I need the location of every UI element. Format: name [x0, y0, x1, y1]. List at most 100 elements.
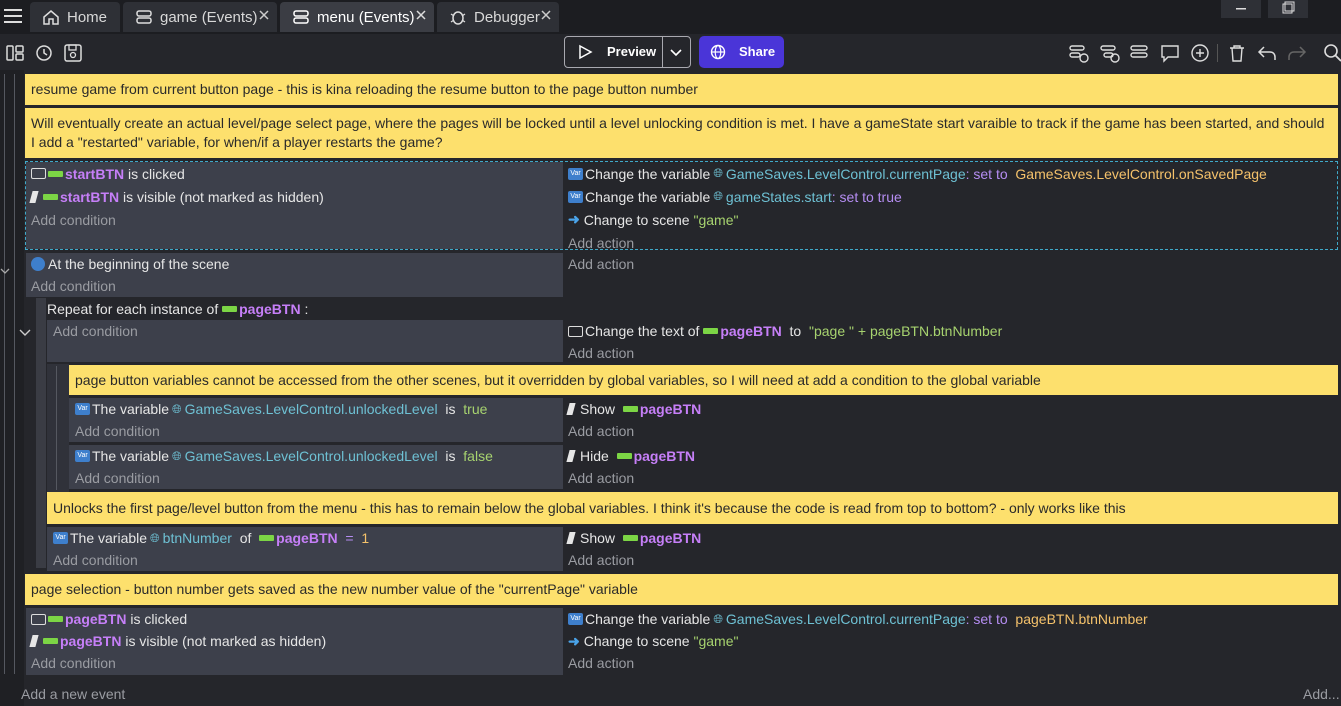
- tab-label: Home: [67, 8, 108, 26]
- condition-text: The variable: [92, 401, 170, 417]
- add-new-event-button[interactable]: Add a new event: [21, 683, 125, 705]
- delete-icon[interactable]: [1226, 42, 1248, 64]
- undo-icon[interactable]: [1256, 42, 1278, 64]
- action-text: Change the text of: [585, 323, 700, 339]
- preview-button[interactable]: Preview: [564, 36, 691, 68]
- add-event-icon[interactable]: [1068, 42, 1090, 64]
- action-row[interactable]: Var Change the variable 🌐︎ GameSaves.Level…: [568, 162, 1337, 185]
- comment[interactable]: page button variables cannot be accessed…: [69, 365, 1338, 395]
- object-name: pageBTN: [60, 633, 122, 649]
- condition-row[interactable]: Var The variable 🌐︎ GameSaves.LevelControl…: [75, 445, 563, 467]
- close-icon[interactable]: [539, 8, 553, 22]
- close-icon[interactable]: [257, 8, 271, 22]
- variable-name: GameSaves.LevelControl.unlockedLevel: [184, 448, 438, 464]
- comment[interactable]: Will eventually create an actual level/p…: [25, 108, 1338, 158]
- events-icon: [135, 8, 153, 26]
- condition-row[interactable]: startBTN is clicked: [31, 162, 563, 185]
- action-row[interactable]: ➜ Change to scene "game": [568, 630, 1337, 652]
- add-condition-button[interactable]: Add condition: [75, 467, 563, 489]
- comment[interactable]: resume game from current button page - t…: [25, 74, 1338, 105]
- comment[interactable]: Unlocks the first page/level button from…: [47, 492, 1338, 524]
- condition-text: is clicked: [130, 611, 188, 627]
- add-action-button[interactable]: Add action: [568, 549, 1337, 571]
- condition-text: is visible (not marked as hidden): [123, 188, 324, 205]
- add-subevent-icon[interactable]: [1099, 42, 1121, 64]
- operator: set to: [973, 611, 1008, 627]
- add-action-button[interactable]: Add action: [568, 342, 1337, 364]
- add-action-button[interactable]: Add action: [568, 420, 1337, 442]
- add-condition-button[interactable]: Add condition: [31, 208, 563, 231]
- comment[interactable]: page selection - button number gets save…: [25, 574, 1338, 605]
- action-text: Change to scene: [583, 633, 690, 649]
- conditions-panel: Add condition: [47, 320, 563, 362]
- comment-text: page selection - button number gets save…: [31, 581, 638, 597]
- add-condition-button[interactable]: Add condition: [75, 420, 563, 442]
- sub-event-gutter: [36, 298, 46, 568]
- add-action-button[interactable]: Add action: [568, 231, 1337, 254]
- add-other-button[interactable]: Add...: [1303, 683, 1340, 705]
- condition-row[interactable]: Var The variable 🌐︎ btnNumber of pageBTN =…: [53, 527, 563, 549]
- tab-home[interactable]: Home: [30, 2, 120, 32]
- add-icon[interactable]: [1189, 42, 1211, 64]
- save-icon[interactable]: [62, 42, 84, 64]
- object-name: startBTN: [60, 188, 120, 205]
- collapse-arrow-icon[interactable]: [0, 266, 10, 276]
- add-condition-button[interactable]: Add condition: [53, 549, 563, 571]
- object-icon: [43, 193, 58, 200]
- variable-icon: Var: [75, 403, 90, 415]
- add-action-button[interactable]: Add action: [568, 253, 1337, 275]
- condition-row[interactable]: Var The variable 🌐︎ GameSaves.LevelControl…: [75, 398, 563, 420]
- cursor-icon: [31, 613, 46, 625]
- condition-row[interactable]: pageBTN is clicked: [31, 608, 563, 630]
- action-row[interactable]: ➜ Change to scene "game": [568, 208, 1337, 231]
- collapse-arrow-icon[interactable]: [19, 327, 31, 337]
- action-row[interactable]: Show pageBTN: [566, 398, 1337, 420]
- visibility-icon: [566, 403, 576, 415]
- maximize-window-button[interactable]: [1268, 0, 1308, 18]
- object-icon: [703, 328, 719, 334]
- search-icon[interactable]: [1322, 42, 1341, 64]
- actions-panel: Change the text of pageBTN to "page " + …: [564, 320, 1337, 364]
- close-icon[interactable]: [414, 8, 428, 22]
- hamburger-menu-icon[interactable]: [4, 8, 22, 24]
- condition-row[interactable]: startBTN is visible (not marked as hidde…: [29, 185, 563, 208]
- history-icon[interactable]: [33, 42, 55, 64]
- add-action-button[interactable]: Add action: [568, 467, 1337, 489]
- tab-debugger[interactable]: Debugger: [437, 2, 559, 32]
- action-text: Change the variable: [585, 188, 711, 205]
- repeat-header[interactable]: Repeat for each instance of pageBTN :: [47, 298, 308, 320]
- action-row[interactable]: Change the text of pageBTN to "page " + …: [568, 320, 1337, 342]
- condition-row[interactable]: At the beginning of the scene: [31, 253, 563, 275]
- value: false: [463, 448, 493, 464]
- object-name: pageBTN: [639, 530, 702, 546]
- minimize-window-button[interactable]: [1221, 0, 1261, 18]
- add-condition-button[interactable]: Add condition: [31, 275, 563, 297]
- colon: :: [304, 301, 309, 317]
- operator: of: [239, 530, 252, 546]
- add-condition-button[interactable]: Add condition: [53, 320, 563, 342]
- action-row[interactable]: Var Change the variable 🌐︎ GameSaves.Level…: [568, 608, 1337, 630]
- add-action-button[interactable]: Add action: [568, 652, 1337, 674]
- condition-text: The variable: [70, 530, 148, 546]
- tab-label: Debugger: [474, 8, 540, 26]
- operator: set to: [839, 188, 874, 205]
- action-text: Change the variable: [585, 611, 711, 627]
- panels-icon[interactable]: [4, 42, 26, 64]
- action-row[interactable]: Show pageBTN: [566, 527, 1337, 549]
- object-variable-icon: 🌐︎: [150, 530, 160, 545]
- events-icon: [292, 8, 310, 26]
- tab-game-events[interactable]: game (Events): [123, 2, 277, 32]
- redo-icon[interactable]: [1286, 42, 1308, 64]
- share-button[interactable]: Share: [699, 36, 784, 68]
- variable-icon: Var: [568, 167, 583, 180]
- add-condition-button[interactable]: Add condition: [31, 652, 563, 674]
- comment-icon[interactable]: [1159, 42, 1181, 64]
- chevron-down-icon[interactable]: [669, 45, 683, 59]
- operator: to: [789, 323, 802, 339]
- condition-row[interactable]: pageBTN is visible (not marked as hidden…: [29, 630, 563, 652]
- tab-menu-events[interactable]: menu (Events): [280, 2, 434, 32]
- object-name: pageBTN: [276, 530, 338, 546]
- action-row[interactable]: Var Change the variable 🌐︎ gameStates.star…: [568, 185, 1337, 208]
- action-row[interactable]: Hide pageBTN: [566, 445, 1337, 467]
- add-group-icon[interactable]: [1129, 42, 1151, 64]
